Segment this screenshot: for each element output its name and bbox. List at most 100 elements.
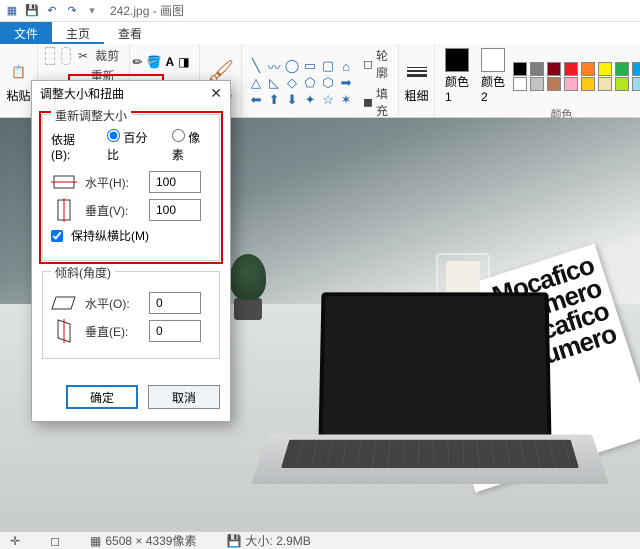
cursor-icon: ✛ — [10, 534, 20, 548]
shape-rtri-icon[interactable]: ◺ — [266, 75, 282, 91]
shape-diamond-icon[interactable]: ◇ — [284, 75, 300, 91]
dims-icon: ▦ — [90, 534, 101, 548]
shape-roundrect-icon[interactable]: ▢ — [320, 58, 336, 74]
size-button[interactable]: 粗细 — [399, 56, 435, 106]
group-colors: 颜色 1 颜色 2 颜色 — [435, 44, 640, 117]
swatch[interactable] — [530, 62, 544, 76]
select-free-icon[interactable] — [61, 47, 71, 65]
swatch[interactable] — [598, 77, 612, 91]
status-bar: ✛ ◻ ▦6508 × 4339像素 💾大小: 2.9MB — [0, 531, 640, 549]
vert-input[interactable] — [149, 199, 201, 221]
shape-curve-icon[interactable]: 〰 — [266, 58, 282, 74]
shape-arrowd-icon[interactable]: ⬇ — [284, 92, 300, 108]
thickness-icon — [403, 58, 431, 86]
skew-v-label: 垂直(E): — [85, 323, 141, 340]
swatch[interactable] — [615, 77, 629, 91]
skew-fieldset: 倾斜(角度) 水平(O): 垂直(E): — [42, 271, 220, 359]
save-icon[interactable]: 💾 — [24, 3, 40, 19]
crop-button[interactable]: ✂裁剪 — [78, 46, 123, 65]
crop-icon: ✂ — [78, 49, 92, 63]
bucket-icon[interactable]: 🪣 — [147, 55, 162, 69]
shape-rect-icon[interactable]: ▭ — [302, 58, 318, 74]
group-shapes: ╲〰◯▭▢⌂ △◺◇⬠⬡➡ ⬅⬆⬇✦☆✶ ◻轮廓 ◼填充 形状 — [242, 44, 399, 117]
group-size: 粗细 — [399, 44, 435, 117]
tab-file[interactable]: 文件 — [0, 22, 52, 44]
shape-arrowl-icon[interactable]: ⬅ — [248, 92, 264, 108]
resize-legend: 重新调整大小 — [51, 107, 131, 124]
resize-v-icon — [51, 199, 77, 221]
color1-swatch — [445, 48, 469, 72]
color2-swatch — [481, 48, 505, 72]
skew-h-label: 水平(O): — [85, 295, 141, 312]
swatch[interactable] — [564, 77, 578, 91]
status-cursor: ✛ — [10, 534, 20, 548]
swatch[interactable] — [530, 77, 544, 91]
shape-gallery[interactable]: ╲〰◯▭▢⌂ △◺◇⬠⬡➡ ⬅⬆⬇✦☆✶ — [248, 58, 355, 108]
tab-home[interactable]: 主页 — [52, 22, 104, 44]
radio-percent-input[interactable] — [107, 129, 120, 142]
skew-h-input[interactable] — [149, 292, 201, 314]
shape-line-icon[interactable]: ╲ — [248, 58, 264, 74]
shape-poly-icon[interactable]: ⌂ — [338, 58, 354, 74]
skew-v-input[interactable] — [149, 320, 201, 342]
fill-button[interactable]: ◼填充 — [363, 84, 392, 120]
shape-pent-icon[interactable]: ⬠ — [302, 75, 318, 91]
window-title: 242.jpg - 画图 — [110, 2, 184, 19]
swatch[interactable] — [581, 77, 595, 91]
laptop-prop — [260, 291, 600, 501]
swatch[interactable] — [632, 77, 640, 91]
shape-star4-icon[interactable]: ✦ — [302, 92, 318, 108]
color1-button[interactable]: 颜色 1 — [441, 46, 473, 106]
ok-button[interactable]: 确定 — [66, 385, 138, 409]
horiz-input[interactable] — [149, 171, 201, 193]
cancel-button[interactable]: 取消 — [148, 385, 220, 409]
app-icon: ▦ — [4, 3, 20, 19]
color2-button[interactable]: 颜色 2 — [477, 46, 509, 106]
qat-dropdown-icon[interactable]: ▾ — [84, 3, 100, 19]
swatch[interactable] — [632, 62, 640, 76]
status-selection: ◻ — [50, 534, 60, 548]
vert-label: 垂直(V): — [85, 202, 141, 219]
resize-h-icon — [51, 171, 77, 193]
eraser-icon[interactable]: ◨ — [178, 55, 189, 69]
redo-icon[interactable]: ↷ — [64, 3, 80, 19]
dialog-close-button[interactable]: ✕ — [210, 85, 222, 102]
skew-h-icon — [51, 292, 77, 314]
radio-pixels[interactable]: 像素 — [172, 129, 211, 163]
shape-oval-icon[interactable]: ◯ — [284, 58, 300, 74]
swatch[interactable] — [615, 62, 629, 76]
swatch[interactable] — [547, 62, 561, 76]
shape-star6-icon[interactable]: ✶ — [338, 92, 354, 108]
swatch[interactable] — [581, 62, 595, 76]
status-dimensions: ▦6508 × 4339像素 — [90, 532, 196, 549]
keep-ratio-checkbox[interactable] — [51, 230, 63, 242]
text-icon[interactable]: A — [166, 55, 175, 69]
disk-icon: 💾 — [226, 534, 241, 548]
undo-icon[interactable]: ↶ — [44, 3, 60, 19]
swatch[interactable] — [513, 77, 527, 91]
select-rect-icon[interactable] — [45, 47, 55, 65]
radio-pixels-input[interactable] — [172, 129, 185, 142]
by-label: 依据(B): — [51, 131, 93, 162]
radio-percent[interactable]: 百分比 — [107, 129, 158, 163]
tab-view[interactable]: 查看 — [104, 22, 156, 44]
pencil-icon[interactable]: ✏ — [133, 55, 143, 69]
shape-arrowr-icon[interactable]: ➡ — [338, 75, 354, 91]
swatch[interactable] — [564, 62, 578, 76]
shape-hex-icon[interactable]: ⬡ — [320, 75, 336, 91]
color-palette[interactable] — [513, 62, 640, 91]
resize-fieldset: 重新调整大小 依据(B): 百分比 像素 水平(H): 垂直(V): 保持纵横比… — [42, 114, 220, 261]
outline-button[interactable]: ◻轮廓 — [363, 46, 392, 82]
status-filesize: 💾大小: 2.9MB — [226, 532, 310, 549]
fill-icon: ◼ — [363, 95, 373, 109]
swatch[interactable] — [547, 77, 561, 91]
resize-dialog: 调整大小和扭曲 ✕ 重新调整大小 依据(B): 百分比 像素 水平(H): 垂直… — [31, 80, 231, 422]
selection-icon: ◻ — [50, 534, 60, 548]
swatch[interactable] — [513, 62, 527, 76]
shape-arrowu-icon[interactable]: ⬆ — [266, 92, 282, 108]
swatch[interactable] — [598, 62, 612, 76]
shape-tri-icon[interactable]: △ — [248, 75, 264, 91]
skew-legend: 倾斜(角度) — [51, 264, 115, 281]
shape-star5-icon[interactable]: ☆ — [320, 92, 336, 108]
ribbon-tabs: 文件 主页 查看 — [0, 22, 640, 44]
